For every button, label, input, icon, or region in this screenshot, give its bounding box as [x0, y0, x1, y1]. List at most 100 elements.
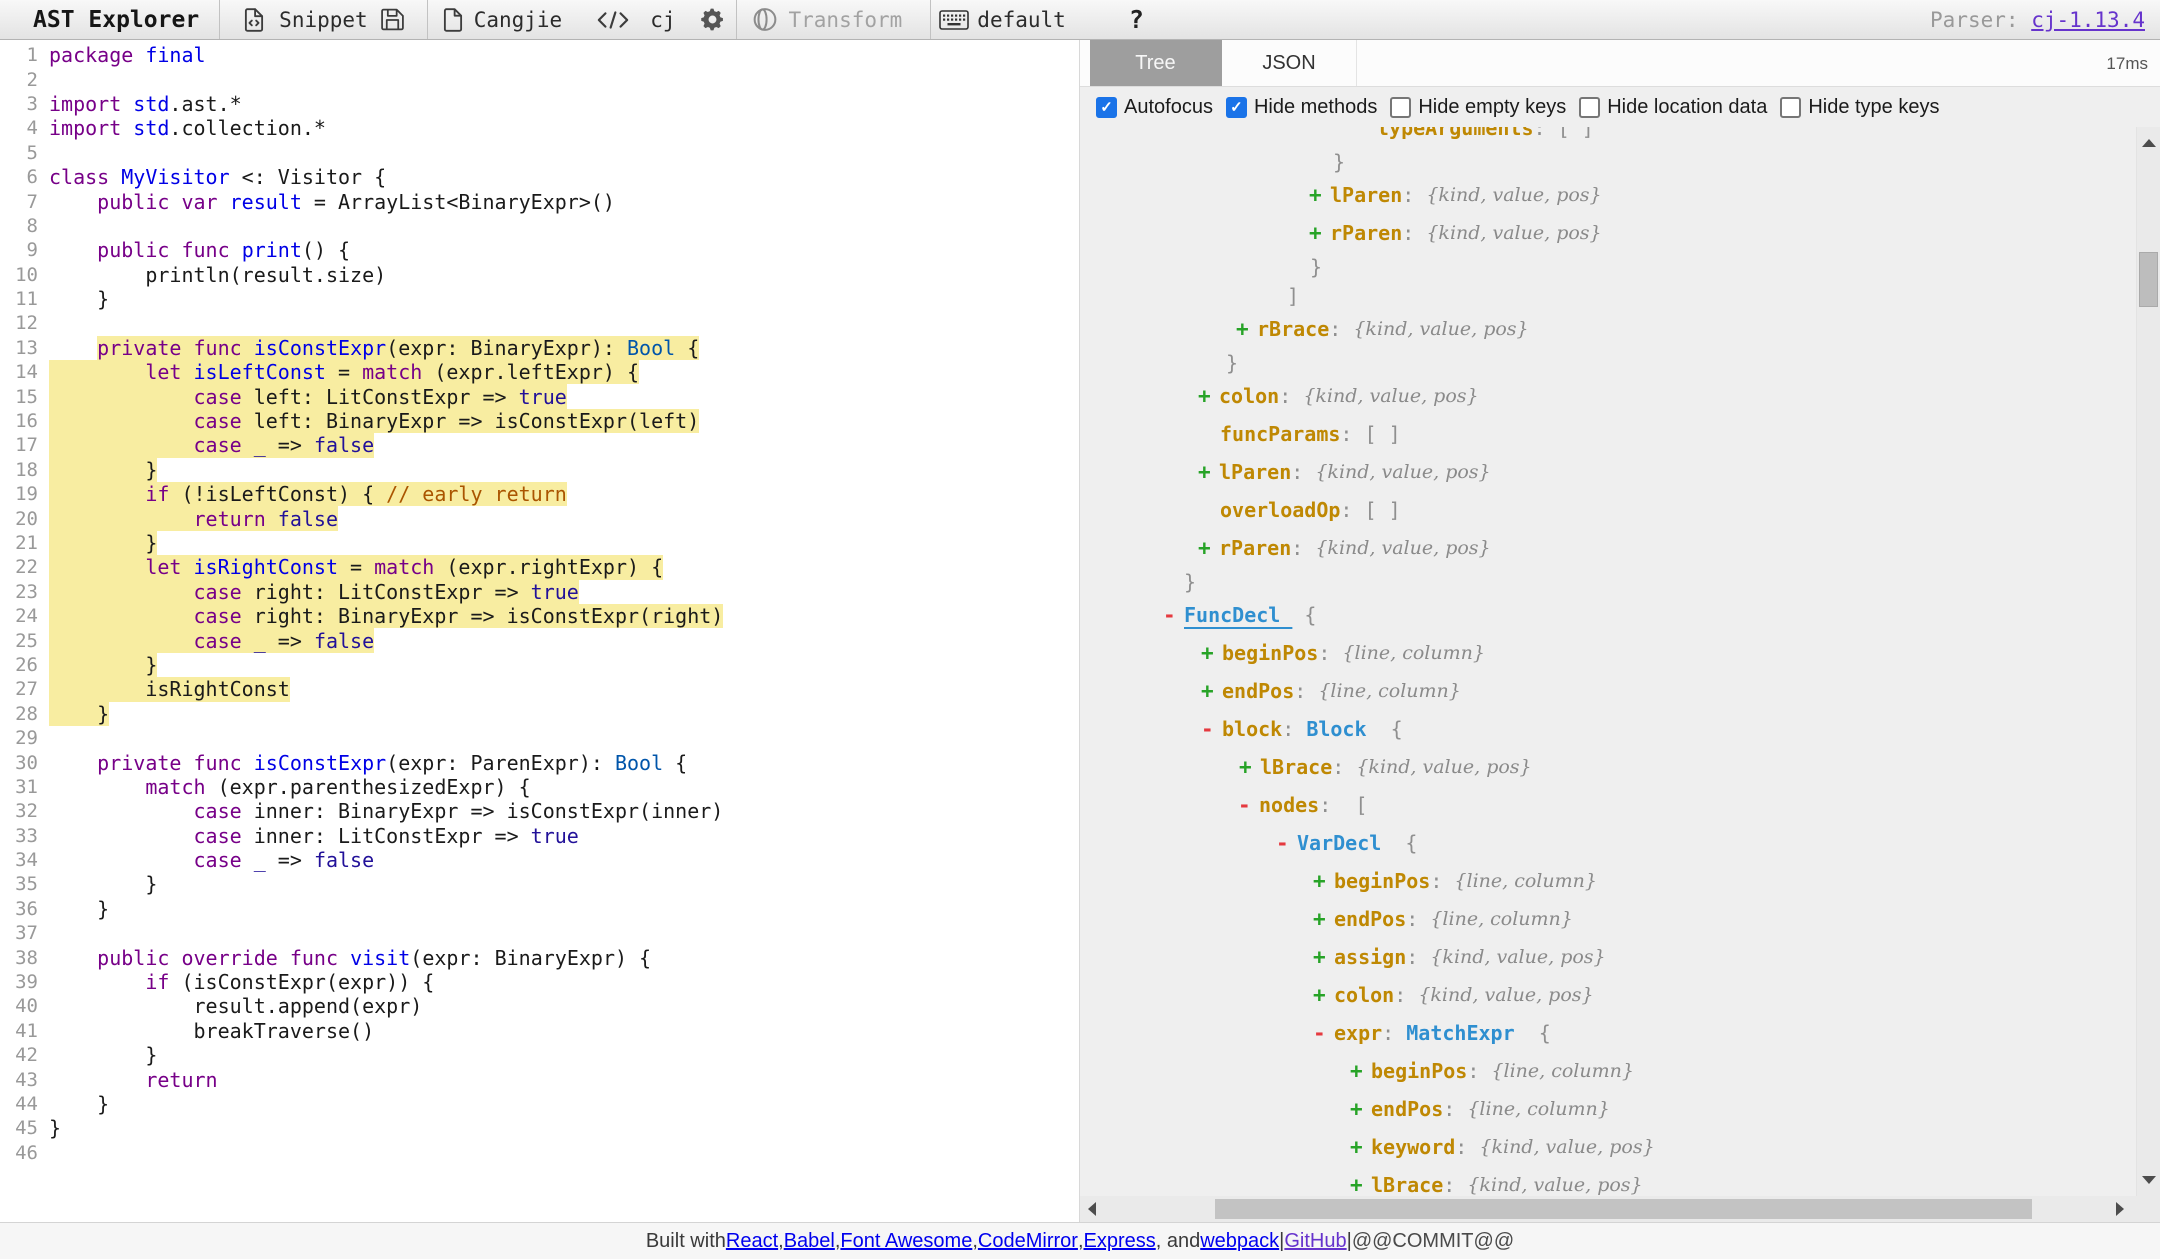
code-line[interactable]: 11 } — [0, 287, 1079, 311]
footer-link-font-awesome[interactable]: Font Awesome — [840, 1230, 972, 1253]
code-line[interactable]: 34 case _ => false — [0, 848, 1079, 872]
setting-hide-empty-keys[interactable]: Hide empty keys — [1390, 96, 1566, 119]
code-line[interactable]: 7 public var result = ArrayList<BinaryEx… — [0, 189, 1079, 213]
code-line[interactable]: 32 case inner: BinaryExpr => isConstExpr… — [0, 799, 1079, 823]
code-line[interactable]: 31 match (expr.parenthesizedExpr) { — [0, 775, 1079, 799]
code-line[interactable]: 38 public override func visit(expr: Bina… — [0, 945, 1079, 969]
tree-node-line[interactable]: +endPos: {line, column} — [1100, 900, 2134, 938]
scroll-left-icon[interactable] — [1088, 1202, 1096, 1216]
tree-node-line[interactable]: +endPos: {line, column} — [1100, 672, 2134, 710]
expand-icon[interactable]: + — [1309, 183, 1330, 207]
ast-tree[interactable]: typeArguments: [ ]}+lParen: {kind, value… — [1080, 127, 2134, 1196]
expand-icon[interactable]: + — [1313, 907, 1334, 931]
tree-node-line[interactable]: +keyword: {kind, value, pos} — [1100, 1128, 2134, 1166]
tree-node-line[interactable]: +lBrace: {kind, value, pos} — [1100, 748, 2134, 786]
code-line[interactable]: 28 } — [0, 702, 1079, 726]
vertical-scrollbar[interactable] — [2136, 127, 2160, 1196]
code-line[interactable]: 12 — [0, 311, 1079, 335]
setting-autofocus[interactable]: ✓Autofocus — [1096, 96, 1213, 119]
code-line[interactable]: 29 — [0, 726, 1079, 750]
setting-hide-type-keys[interactable]: Hide type keys — [1780, 96, 1939, 119]
collapse-icon[interactable]: - — [1201, 717, 1222, 741]
code-line[interactable]: 30 private func isConstExpr(expr: ParenE… — [0, 750, 1079, 774]
expand-icon[interactable]: + — [1313, 869, 1334, 893]
tree-node-type-link[interactable]: FuncDecl — [1184, 603, 1292, 627]
code-line[interactable]: 22 let isRightConst = match (expr.rightE… — [0, 555, 1079, 579]
code-line[interactable]: 2 — [0, 67, 1079, 91]
code-line[interactable]: 26 } — [0, 653, 1079, 677]
file-code-icon[interactable] — [241, 7, 267, 33]
expand-icon[interactable]: + — [1198, 460, 1219, 484]
code-line[interactable]: 5 — [0, 141, 1079, 165]
horizontal-scrollbar-thumb[interactable] — [1215, 1199, 2032, 1219]
code-line[interactable]: 14 let isLeftConst = match (expr.leftExp… — [0, 360, 1079, 384]
code-line[interactable]: 17 case _ => false — [0, 433, 1079, 457]
code-line[interactable]: 35 } — [0, 872, 1079, 896]
checkbox-icon[interactable] — [1579, 97, 1600, 118]
tree-node-line[interactable]: overloadOp: [ ] — [1100, 491, 2134, 529]
code-line[interactable]: 15 case left: LitConstExpr => true — [0, 384, 1079, 408]
checkbox-icon[interactable]: ✓ — [1226, 97, 1247, 118]
transform-toggle-icon[interactable] — [750, 6, 780, 33]
save-icon[interactable] — [380, 7, 405, 32]
tree-node-line[interactable]: -expr: MatchExpr { — [1100, 1014, 2134, 1052]
parser-button[interactable]: cj — [650, 8, 675, 32]
code-line[interactable]: 6class MyVisitor <: Visitor { — [0, 165, 1079, 189]
expand-icon[interactable]: + — [1350, 1135, 1371, 1159]
setting-hide-location-data[interactable]: Hide location data — [1579, 96, 1767, 119]
tree-node-line[interactable]: +colon: {kind, value, pos} — [1100, 377, 2134, 415]
expand-icon[interactable]: + — [1313, 983, 1334, 1007]
vertical-scrollbar-thumb[interactable] — [2139, 252, 2158, 307]
language-button[interactable]: Cangjie — [474, 8, 563, 32]
horizontal-scrollbar[interactable] — [1080, 1196, 2134, 1222]
tree-node-line[interactable]: +lParen: {kind, value, pos} — [1100, 176, 2134, 214]
gear-icon[interactable] — [700, 7, 725, 32]
code-line[interactable]: 45} — [0, 1116, 1079, 1140]
code-line[interactable]: 25 case _ => false — [0, 628, 1079, 652]
tree-node-line[interactable]: +assign: {kind, value, pos} — [1100, 938, 2134, 976]
tab-json[interactable]: JSON — [1222, 40, 1357, 86]
expand-icon[interactable]: + — [1313, 945, 1334, 969]
tree-node-line[interactable]: +endPos: {line, column} — [1100, 1090, 2134, 1128]
tree-node-line[interactable]: +colon: {kind, value, pos} — [1100, 976, 2134, 1014]
collapse-icon[interactable]: - — [1238, 793, 1259, 817]
code-line[interactable]: 9 public func print() { — [0, 238, 1079, 262]
checkbox-icon[interactable]: ✓ — [1096, 97, 1117, 118]
transform-button[interactable]: Transform — [789, 8, 903, 32]
tree-node-line[interactable]: -block: Block { — [1100, 710, 2134, 748]
tree-node-line[interactable]: +beginPos: {line, column} — [1100, 1052, 2134, 1090]
footer-link-express[interactable]: Express — [1084, 1230, 1156, 1253]
code-line[interactable]: 27 isRightConst — [0, 677, 1079, 701]
help-button[interactable]: ? — [1129, 5, 1144, 34]
code-line[interactable]: 4import std.collection.* — [0, 116, 1079, 140]
expand-icon[interactable]: + — [1198, 384, 1219, 408]
scroll-right-icon[interactable] — [2116, 1202, 2124, 1216]
expand-icon[interactable]: + — [1350, 1097, 1371, 1121]
footer-link-github[interactable]: GitHub — [1284, 1230, 1346, 1253]
checkbox-icon[interactable] — [1780, 97, 1801, 118]
parser-version-link[interactable]: cj-1.13.4 — [2031, 8, 2145, 32]
scroll-down-icon[interactable] — [2142, 1176, 2156, 1184]
checkbox-icon[interactable] — [1390, 97, 1411, 118]
code-line[interactable]: 23 case right: LitConstExpr => true — [0, 580, 1079, 604]
code-line[interactable]: 44 } — [0, 1092, 1079, 1116]
scroll-up-icon[interactable] — [2142, 139, 2156, 147]
tree-node-line[interactable]: +beginPos: {line, column} — [1100, 634, 2134, 672]
code-line[interactable]: 24 case right: BinaryExpr => isConstExpr… — [0, 604, 1079, 628]
setting-hide-methods[interactable]: ✓Hide methods — [1226, 96, 1377, 119]
code-line[interactable]: 8 — [0, 214, 1079, 238]
expand-icon[interactable]: + — [1201, 679, 1222, 703]
collapse-icon[interactable]: - — [1313, 1021, 1334, 1045]
code-line[interactable]: 36 } — [0, 897, 1079, 921]
snippet-button[interactable]: Snippet — [279, 8, 368, 32]
code-line[interactable]: 13 private func isConstExpr(expr: Binary… — [0, 336, 1079, 360]
tree-node-line[interactable]: -nodes: [ — [1100, 786, 2134, 824]
code-editor[interactable]: 1package final23import std.ast.*4import … — [0, 40, 1080, 1222]
code-line[interactable]: 40 result.append(expr) — [0, 994, 1079, 1018]
tree-node-line[interactable]: -VarDecl { — [1100, 824, 2134, 862]
code-line[interactable]: 16 case left: BinaryExpr => isConstExpr(… — [0, 409, 1079, 433]
code-line[interactable]: 37 — [0, 921, 1079, 945]
tree-node-line[interactable]: +beginPos: {line, column} — [1100, 862, 2134, 900]
code-line[interactable]: 3import std.ast.* — [0, 92, 1079, 116]
tree-node-line[interactable]: +lParen: {kind, value, pos} — [1100, 453, 2134, 491]
